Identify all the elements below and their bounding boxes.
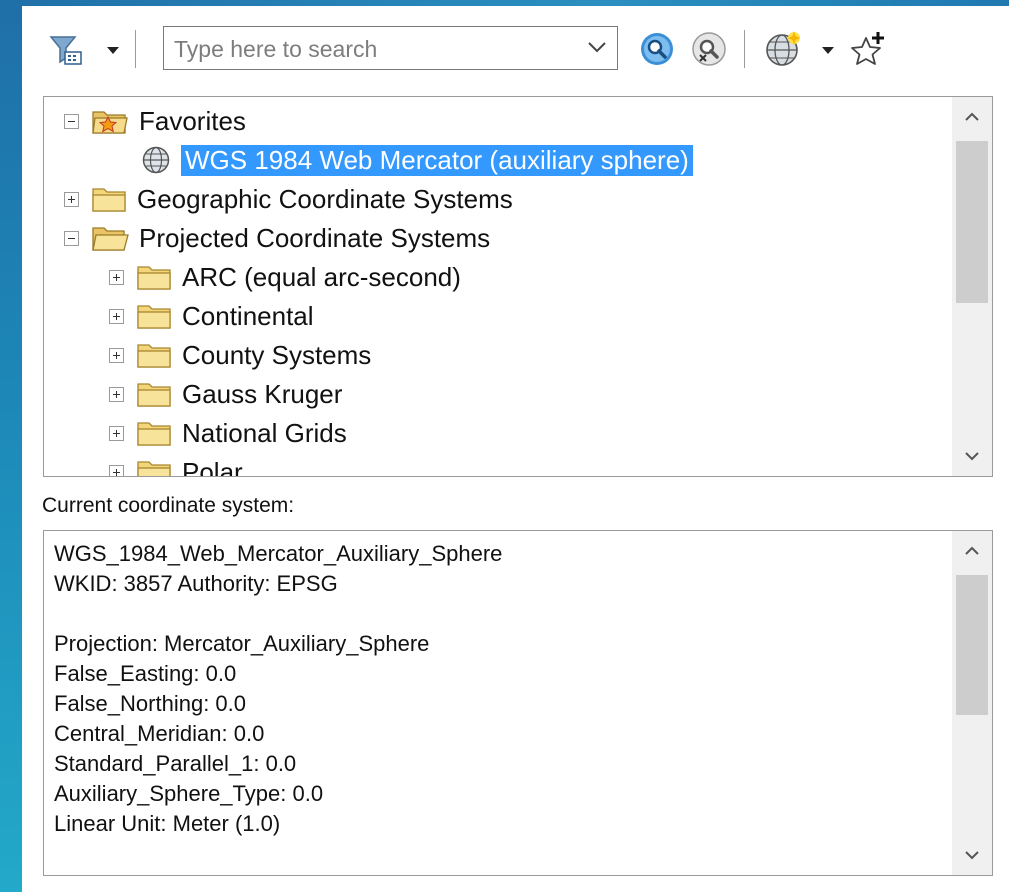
- scroll-thumb[interactable]: [956, 141, 988, 303]
- globe-add-icon: [766, 31, 800, 66]
- current-coordinate-system-label: Current coordinate system:: [42, 494, 295, 517]
- folder-icon: [137, 422, 171, 446]
- chevron-up-icon: [965, 546, 979, 555]
- favorites-folder-icon: [92, 111, 128, 134]
- detail-line: Central_Meridian: 0.0: [54, 721, 265, 746]
- tree-node-geographic-coordinate-systems[interactable]: Geographic Coordinate Systems: [64, 180, 513, 218]
- tree-node-projected-coordinate-systems[interactable]: Projected Coordinate Systems: [64, 219, 490, 257]
- filter-dropdown-button[interactable]: [104, 40, 122, 60]
- detail-line: WGS_1984_Web_Mercator_Auxiliary_Sphere: [54, 541, 503, 566]
- tree-node-label: County Systems: [182, 339, 372, 370]
- coordinate-system-tree[interactable]: Favorites WGS 1984 Web Mercator (auxilia…: [43, 96, 993, 477]
- tree-node-label: ARC (equal arc-second): [182, 261, 461, 292]
- toolbar: [22, 22, 1002, 76]
- star-add-icon: [851, 32, 884, 65]
- folder-icon: [92, 188, 126, 212]
- scroll-thumb[interactable]: [956, 575, 988, 715]
- tree-node-gauss-kruger[interactable]: Gauss Kruger: [109, 375, 342, 413]
- expand-icon[interactable]: [109, 347, 124, 363]
- search-input[interactable]: [172, 27, 576, 71]
- tree-node-label: Projected Coordinate Systems: [139, 222, 491, 253]
- expand-icon[interactable]: [109, 464, 124, 476]
- tree-node-label: Continental: [182, 300, 314, 331]
- folder-icon: [137, 305, 171, 329]
- magnifier-icon: [641, 33, 673, 65]
- tree-node-polar[interactable]: Polar: [109, 453, 243, 477]
- clear-search-icon: [692, 32, 726, 66]
- toolbar-separator: [744, 30, 745, 68]
- detail-line: WKID: 3857 Authority: EPSG: [54, 571, 338, 596]
- current-coordinate-system-details[interactable]: WGS_1984_Web_Mercator_Auxiliary_Sphere W…: [43, 530, 993, 876]
- search-button[interactable]: [638, 30, 676, 68]
- folder-icon: [137, 461, 171, 476]
- tree-node-label: Favorites: [139, 105, 246, 136]
- window-left-border: [0, 0, 22, 892]
- add-to-favorites-button[interactable]: [848, 30, 888, 70]
- detail-line: Projection: Mercator_Auxiliary_Sphere: [54, 631, 430, 656]
- globe-icon: [142, 146, 170, 174]
- folder-open-icon: [92, 227, 129, 251]
- collapse-icon[interactable]: [64, 230, 79, 246]
- scroll-up-button[interactable]: [952, 97, 992, 137]
- tree-node-label: Geographic Coordinate Systems: [137, 183, 513, 214]
- scroll-up-button[interactable]: [952, 531, 992, 571]
- folder-icon: [137, 383, 171, 407]
- tree-node-label: National Grids: [182, 417, 347, 448]
- tree-node-favorites[interactable]: Favorites: [64, 102, 246, 140]
- detail-line: [54, 599, 502, 629]
- filter-button[interactable]: [48, 34, 84, 66]
- tree-node-label: Gauss Kruger: [182, 378, 343, 409]
- tree-node-label: WGS 1984 Web Mercator (auxiliary sphere): [181, 144, 693, 176]
- search-combobox[interactable]: [163, 26, 618, 71]
- scroll-down-button[interactable]: [952, 835, 992, 875]
- add-dropdown-button[interactable]: [819, 40, 837, 60]
- scroll-down-button[interactable]: [952, 436, 992, 476]
- tree-node-arc[interactable]: ARC (equal arc-second): [109, 258, 461, 296]
- details-scrollbar[interactable]: [952, 531, 992, 875]
- add-coordinate-system-button[interactable]: [764, 30, 802, 68]
- folder-icon: [137, 344, 171, 368]
- chevron-down-icon: [107, 46, 119, 54]
- tree-node-continental[interactable]: Continental: [109, 297, 314, 335]
- tree-node-wgs1984-web-mercator[interactable]: WGS 1984 Web Mercator (auxiliary sphere): [141, 141, 693, 179]
- tree-node-county-systems[interactable]: County Systems: [109, 336, 371, 374]
- folder-icon: [137, 266, 171, 290]
- chevron-down-icon: [965, 851, 979, 860]
- toolbar-separator: [135, 30, 136, 68]
- chevron-down-icon[interactable]: [587, 40, 607, 54]
- chevron-down-icon: [822, 46, 834, 54]
- detail-line: Linear Unit: Meter (1.0): [54, 811, 281, 836]
- clear-search-button[interactable]: [690, 30, 728, 68]
- detail-line: False_Easting: 0.0: [54, 661, 237, 686]
- detail-line: Auxiliary_Sphere_Type: 0.0: [54, 781, 324, 806]
- expand-icon[interactable]: [109, 269, 124, 285]
- expand-icon[interactable]: [109, 308, 124, 324]
- tree-node-national-grids[interactable]: National Grids: [109, 414, 347, 452]
- chevron-up-icon: [965, 112, 979, 121]
- tree-node-label: Polar: [182, 456, 243, 477]
- details-text: WGS_1984_Web_Mercator_Auxiliary_Sphere W…: [54, 539, 502, 839]
- filter-icon: [49, 36, 82, 65]
- expand-icon[interactable]: [64, 191, 79, 207]
- tree-scrollbar[interactable]: [952, 97, 992, 476]
- detail-line: Standard_Parallel_1: 0.0: [54, 751, 297, 776]
- expand-icon[interactable]: [109, 425, 124, 441]
- chevron-down-icon: [965, 452, 979, 461]
- detail-line: False_Northing: 0.0: [54, 691, 246, 716]
- collapse-icon[interactable]: [64, 113, 79, 129]
- expand-icon[interactable]: [109, 386, 124, 402]
